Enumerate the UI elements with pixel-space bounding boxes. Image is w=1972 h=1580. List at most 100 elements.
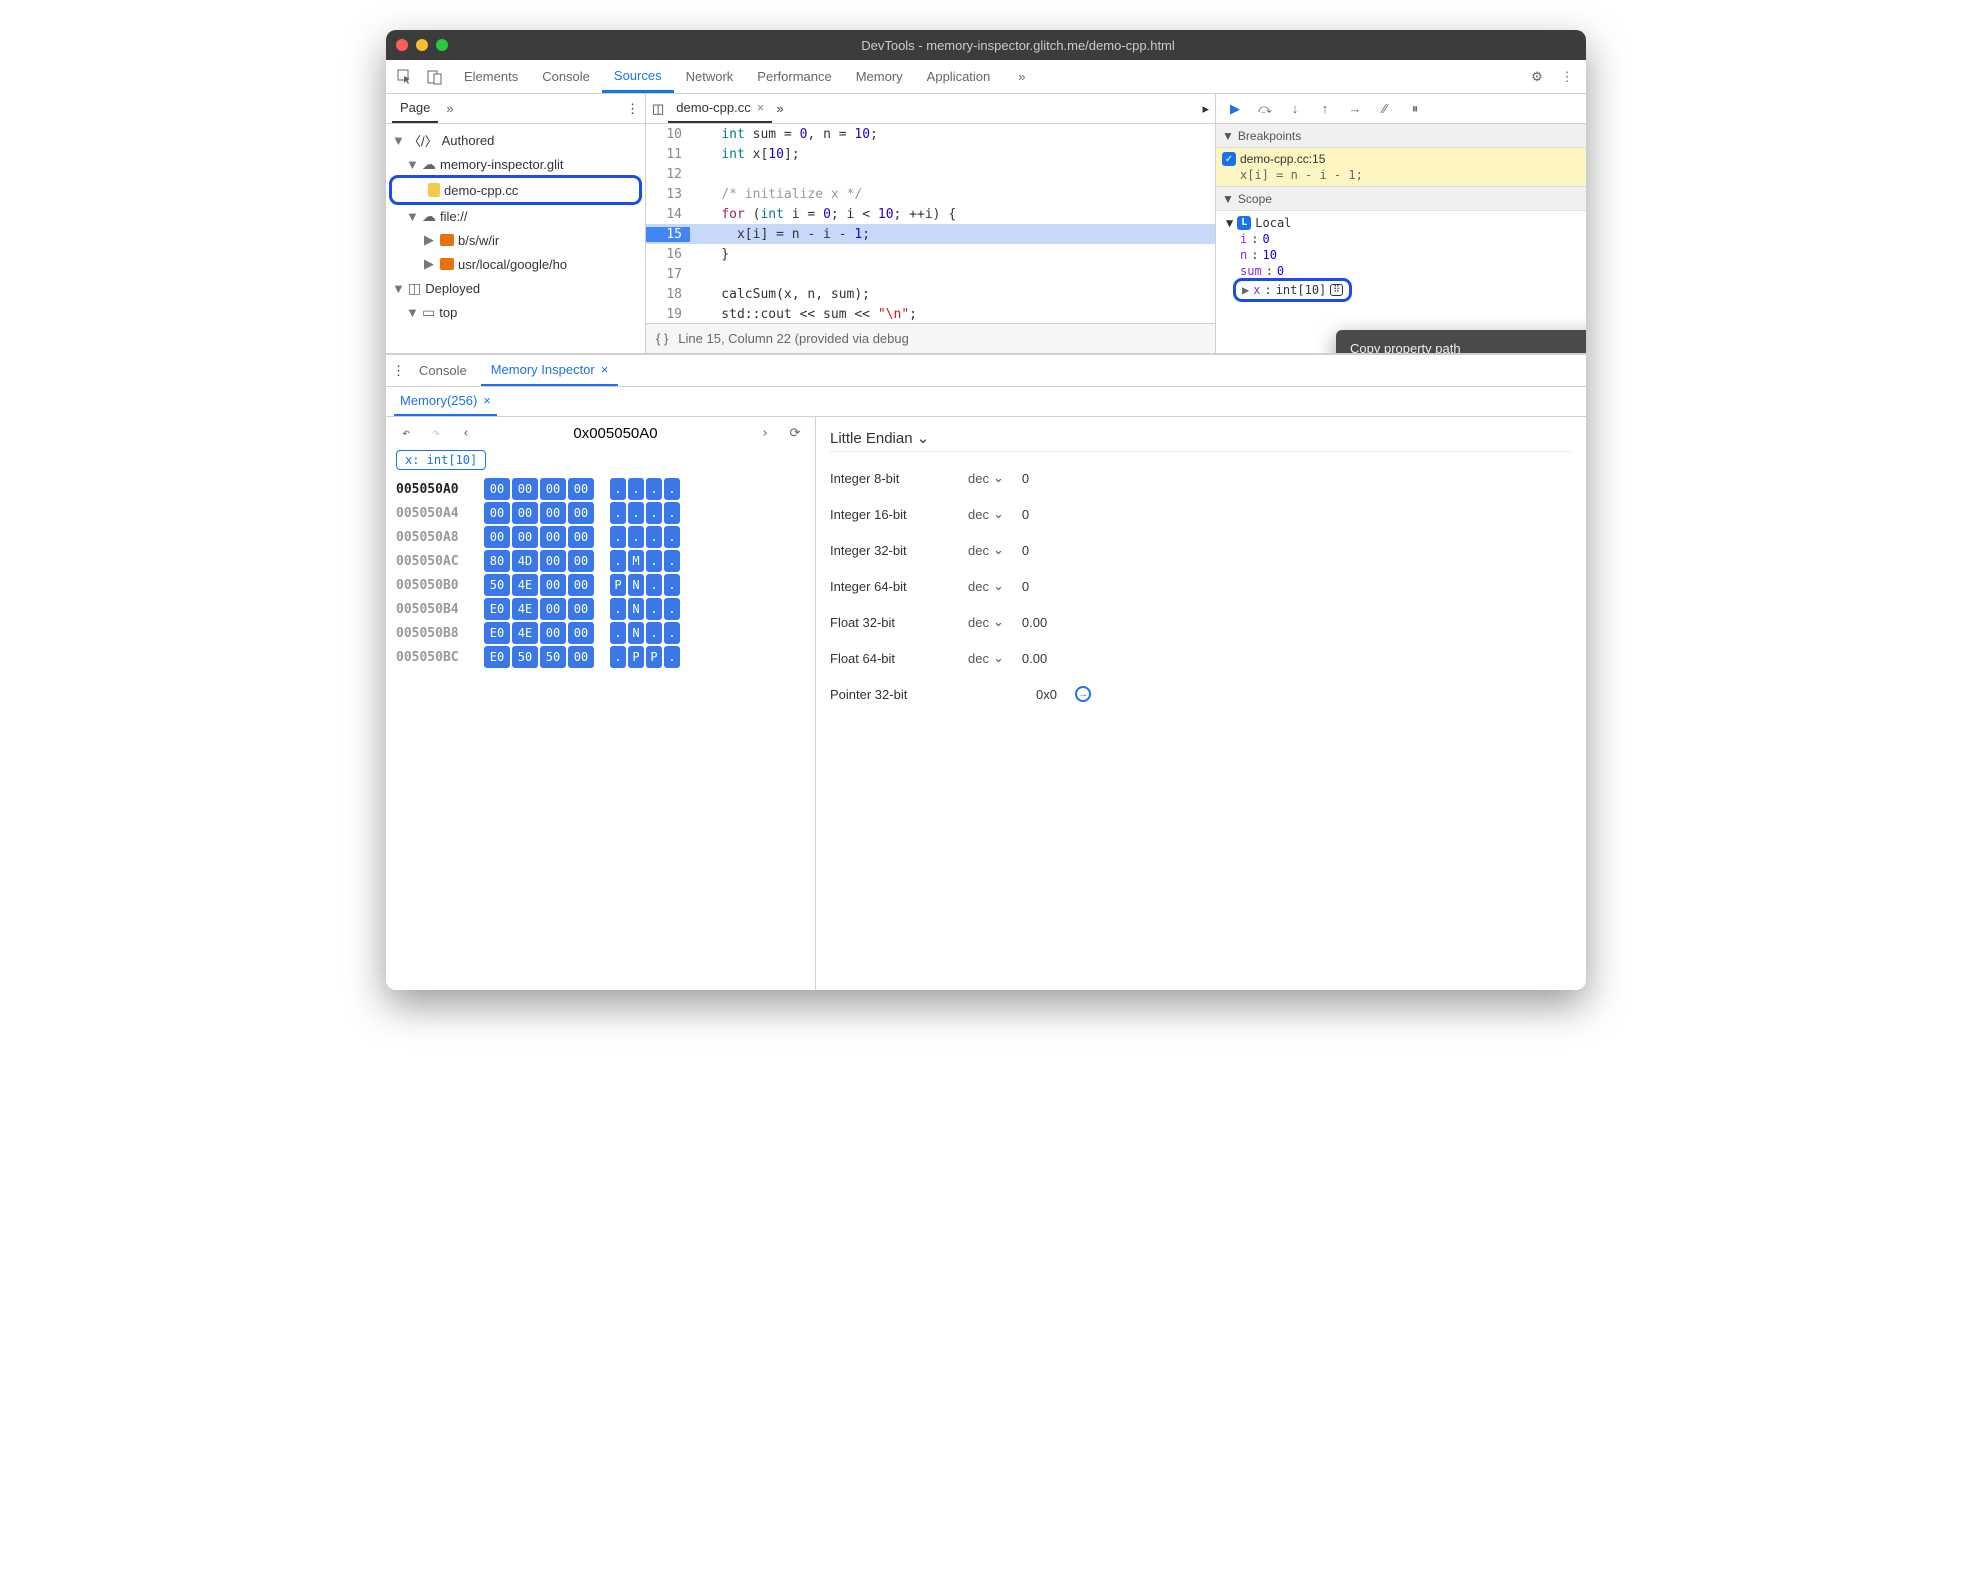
hex-byte[interactable]: 80 — [484, 550, 510, 572]
more-icon[interactable]: ⋮ — [1554, 64, 1580, 90]
format-select[interactable]: dec ⌄ — [968, 542, 1004, 558]
hex-ascii[interactable]: . — [610, 646, 626, 668]
minimize-window-icon[interactable] — [416, 39, 428, 51]
tree-file-demo-cpp[interactable]: demo-cpp.cc — [392, 178, 639, 202]
hex-ascii[interactable]: . — [610, 526, 626, 548]
hex-byte[interactable]: E0 — [484, 598, 510, 620]
tab-application[interactable]: Application — [915, 60, 1003, 93]
hex-ascii[interactable]: P — [610, 574, 626, 596]
hex-byte[interactable]: 4E — [512, 574, 538, 596]
drawer-memory-inspector-tab[interactable]: Memory Inspector× — [481, 355, 619, 386]
code-line[interactable]: 11 int x[10]; — [646, 144, 1215, 164]
hex-ascii[interactable]: . — [610, 598, 626, 620]
memory-tab[interactable]: Memory(256)× — [394, 387, 497, 416]
hex-byte[interactable]: 00 — [540, 478, 566, 500]
hex-row[interactable]: 005050B0504E0000PN.. — [396, 574, 805, 596]
hex-ascii[interactable]: N — [628, 598, 644, 620]
format-select[interactable]: dec ⌄ — [968, 614, 1004, 630]
code-editor[interactable]: 10 int sum = 0, n = 10;11 int x[10];12 1… — [646, 124, 1215, 323]
address-input[interactable] — [486, 425, 745, 442]
scope-header[interactable]: ▼Scope — [1216, 187, 1586, 211]
hex-ascii[interactable]: . — [646, 550, 662, 572]
hex-byte[interactable]: 00 — [568, 502, 594, 524]
hex-ascii[interactable]: P — [646, 646, 662, 668]
format-select[interactable]: dec ⌄ — [968, 506, 1004, 522]
hex-byte[interactable]: 00 — [568, 550, 594, 572]
scope-var-sum[interactable]: sum: 0 — [1222, 263, 1580, 279]
code-line[interactable]: 12 — [646, 164, 1215, 184]
deactivate-breakpoints-icon[interactable]: ⁄⁄ — [1374, 98, 1396, 120]
hex-byte[interactable]: 00 — [512, 526, 538, 548]
tree-deployed[interactable]: ▼◫Deployed — [388, 276, 643, 300]
editor-tabs-overflow[interactable]: » — [776, 101, 783, 116]
settings-icon[interactable]: ⚙ — [1524, 64, 1550, 90]
hex-ascii[interactable]: . — [646, 478, 662, 500]
memory-icon[interactable]: ⠿ — [1330, 284, 1343, 296]
hex-byte[interactable]: 4E — [512, 598, 538, 620]
hex-ascii[interactable]: . — [664, 502, 680, 524]
hex-byte[interactable]: 00 — [568, 646, 594, 668]
hex-byte[interactable]: 00 — [568, 574, 594, 596]
hex-ascii[interactable]: . — [664, 646, 680, 668]
hex-row[interactable]: 005050AC804D0000.M.. — [396, 550, 805, 572]
device-toolbar-icon[interactable] — [422, 64, 448, 90]
tab-sources[interactable]: Sources — [602, 60, 674, 93]
endian-select[interactable]: Little Endian ⌄ — [830, 425, 1572, 452]
hex-ascii[interactable]: . — [646, 502, 662, 524]
code-line[interactable]: 10 int sum = 0, n = 10; — [646, 124, 1215, 144]
hex-ascii[interactable]: . — [610, 502, 626, 524]
step-icon[interactable]: → — [1344, 98, 1366, 120]
hex-ascii[interactable]: . — [646, 598, 662, 620]
close-memory-tab-icon[interactable]: × — [483, 393, 491, 408]
step-into-icon[interactable]: ↓ — [1284, 98, 1306, 120]
breakpoint-checkbox-icon[interactable]: ✓ — [1222, 152, 1236, 166]
close-drawer-tab-icon[interactable]: × — [601, 362, 609, 377]
navigator-overflow[interactable]: » — [438, 94, 461, 123]
hex-row[interactable]: 005050A400000000.... — [396, 502, 805, 524]
scope-local-row[interactable]: ▼LLocal — [1222, 215, 1580, 231]
code-line[interactable]: 13 /* initialize x */ — [646, 184, 1215, 204]
hex-byte[interactable]: 50 — [484, 574, 510, 596]
tab-page[interactable]: Page — [392, 94, 438, 123]
code-line[interactable]: 14 for (int i = 0; i < 10; ++i) { — [646, 204, 1215, 224]
hex-byte[interactable]: E0 — [484, 622, 510, 644]
hex-byte[interactable]: 00 — [540, 598, 566, 620]
tab-console[interactable]: Console — [530, 60, 602, 93]
hex-ascii[interactable]: N — [628, 574, 644, 596]
hex-byte[interactable]: 00 — [512, 502, 538, 524]
hex-row[interactable]: 005050A000000000.... — [396, 478, 805, 500]
hex-row[interactable]: 005050B8E04E0000.N.. — [396, 622, 805, 644]
code-line[interactable]: 17 — [646, 264, 1215, 284]
navigator-more-icon[interactable]: ⋮ — [626, 101, 639, 117]
hex-row[interactable]: 005050BCE0505000.PP. — [396, 646, 805, 668]
hex-byte[interactable]: 00 — [540, 574, 566, 596]
hex-byte[interactable]: 00 — [484, 478, 510, 500]
tabs-overflow[interactable]: » — [1006, 60, 1037, 93]
hex-byte[interactable]: 00 — [512, 478, 538, 500]
tree-folder-1[interactable]: ▶b/s/w/ir — [388, 228, 643, 252]
breakpoint-item[interactable]: ✓demo-cpp.cc:15 x[i] = n - i - 1; — [1216, 148, 1586, 187]
jump-to-address-icon[interactable]: → — [1075, 686, 1091, 702]
hex-ascii[interactable]: . — [664, 622, 680, 644]
ctx-copy-property-path[interactable]: Copy property path — [1336, 336, 1586, 353]
redo-icon[interactable]: ↷ — [426, 426, 446, 441]
hex-ascii[interactable]: . — [664, 526, 680, 548]
tab-performance[interactable]: Performance — [745, 60, 843, 93]
toggle-navigator-icon[interactable]: ◫ — [652, 101, 664, 117]
memory-chip[interactable]: x: int[10] — [396, 450, 486, 470]
drawer-console-tab[interactable]: Console — [409, 355, 477, 386]
hex-ascii[interactable]: . — [664, 574, 680, 596]
hex-byte[interactable]: 00 — [540, 550, 566, 572]
hex-row[interactable]: 005050A800000000.... — [396, 526, 805, 548]
hex-byte[interactable]: 4D — [512, 550, 538, 572]
tree-folder-2[interactable]: ▶usr/local/google/ho — [388, 252, 643, 276]
hex-byte[interactable]: 00 — [540, 622, 566, 644]
step-out-icon[interactable]: ↑ — [1314, 98, 1336, 120]
code-line[interactable]: 15 x[i] = n - i - 1; — [646, 224, 1215, 244]
hex-byte[interactable]: 50 — [540, 646, 566, 668]
zoom-window-icon[interactable] — [436, 39, 448, 51]
prev-page-icon[interactable]: ‹ — [456, 426, 476, 441]
scope-var-i[interactable]: i: 0 — [1222, 231, 1580, 247]
tree-authored[interactable]: ▼〈/〉Authored — [388, 128, 643, 152]
hex-byte[interactable]: 00 — [568, 478, 594, 500]
